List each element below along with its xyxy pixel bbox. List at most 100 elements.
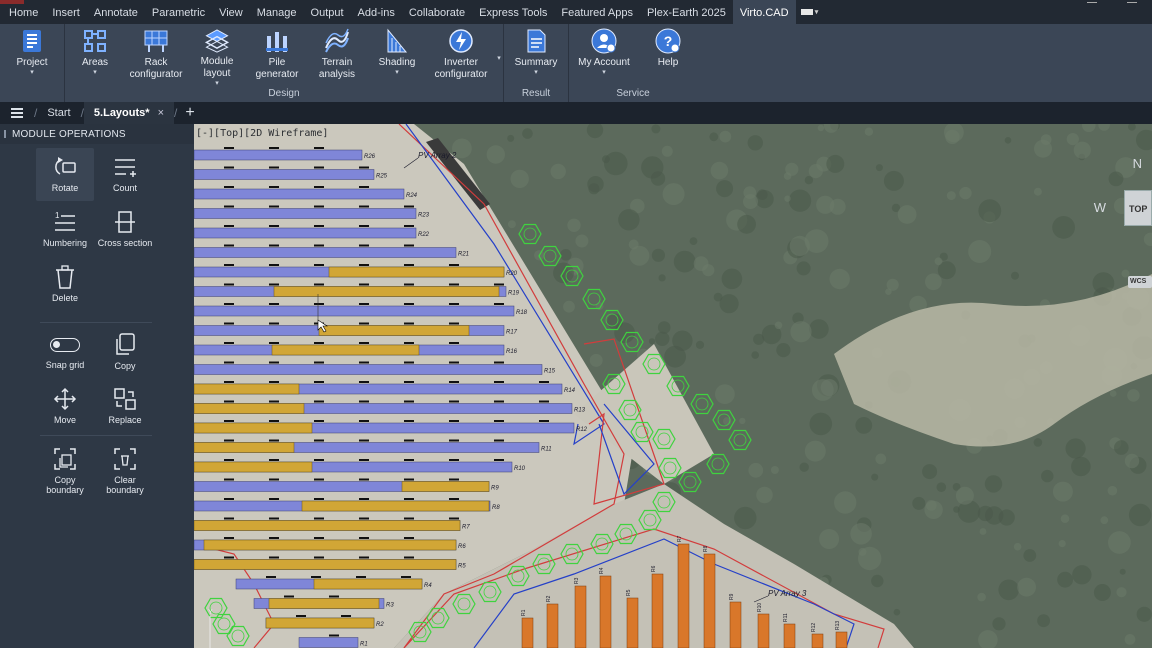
language-flag-icon[interactable]: ▾ xyxy=(796,0,824,24)
menu-item-insert[interactable]: Insert xyxy=(45,0,87,24)
inverter-marker xyxy=(341,615,351,617)
my-account-label: My Account xyxy=(578,57,630,68)
ribbon: Project ▾ Areas ▾ Rack configurator Modu… xyxy=(0,24,1152,102)
inverter-marker xyxy=(314,517,324,520)
inverter-marker xyxy=(449,439,459,442)
minimize-icon[interactable] xyxy=(1112,0,1152,12)
inverter-marker xyxy=(356,576,366,578)
tree-canopy xyxy=(1052,216,1075,239)
inverter-marker xyxy=(314,400,324,403)
rack-configurator-button[interactable]: Rack configurator xyxy=(125,24,187,88)
inverter-marker xyxy=(269,517,279,520)
inverter-marker xyxy=(404,420,414,422)
menu-item-view[interactable]: View xyxy=(212,0,250,24)
shading-button[interactable]: Shading ▾ xyxy=(367,24,427,88)
module-column xyxy=(729,601,742,648)
row-label: R9 xyxy=(491,486,499,492)
inverter-marker xyxy=(314,186,324,188)
count-button[interactable]: Count xyxy=(96,148,154,201)
copy-button[interactable]: Copy xyxy=(96,326,154,374)
tree-canopy xyxy=(563,300,575,313)
areas-button[interactable]: Areas ▾ xyxy=(65,24,125,88)
row-label: R14 xyxy=(564,388,576,394)
clear-boundary-icon xyxy=(114,448,136,470)
rotate-button[interactable]: Rotate xyxy=(36,148,94,201)
tab-start-label: Start xyxy=(47,107,71,119)
inverter-marker xyxy=(404,244,414,247)
tree-canopy xyxy=(575,234,589,248)
summary-button[interactable]: Summary ▾ xyxy=(504,24,568,88)
inverter-marker xyxy=(314,303,324,305)
tree-canopy xyxy=(1037,614,1050,628)
viewport-controls-label[interactable]: [-][Top][2D Wireframe] xyxy=(196,128,328,139)
toggle-switch-icon[interactable] xyxy=(50,338,80,352)
tree-canopy xyxy=(1011,271,1019,280)
menu-item-annotate[interactable]: Annotate xyxy=(87,0,145,24)
clear-boundary-button[interactable]: Clear boundary xyxy=(96,440,154,500)
module-operations-panel: MODULE OPERATIONS Rotate Count 1 Numberi… xyxy=(0,124,194,648)
site-plan-canvas[interactable]: R26 R25 R24 R23 R22 R21 R20 R19 R18 R17 R16 R15 R14 R… xyxy=(194,124,1152,648)
tree-canopy xyxy=(946,191,956,201)
inverter-marker xyxy=(269,420,279,422)
summary-icon xyxy=(527,29,546,53)
tab-start[interactable]: Start xyxy=(37,102,80,124)
menu-item-parametric[interactable]: Parametric xyxy=(145,0,212,24)
inverter-configurator-button[interactable]: Inverter configurator xyxy=(427,24,495,88)
tree-canopy xyxy=(968,240,992,263)
snap-grid-toggle[interactable]: Snap grid xyxy=(36,326,94,374)
move-button[interactable]: Move xyxy=(36,380,94,428)
terrain-analysis-button[interactable]: Terrain analysis xyxy=(307,24,367,88)
module-row-highlighted xyxy=(318,325,470,336)
menu-item-featured-apps[interactable]: Featured Apps xyxy=(554,0,640,24)
row-label: R16 xyxy=(506,349,518,355)
menu-item-output[interactable]: Output xyxy=(304,0,351,24)
tree-canopy xyxy=(808,164,823,179)
close-icon[interactable]: × xyxy=(158,107,164,119)
numbering-button[interactable]: 1 Numbering xyxy=(36,203,94,256)
viewcube-top-face[interactable]: TOP xyxy=(1124,190,1152,226)
menu-item-plex-earth-2025[interactable]: Plex-Earth 2025 xyxy=(640,0,733,24)
add-tab-button[interactable]: + xyxy=(177,102,202,124)
delete-button[interactable]: Delete xyxy=(36,258,94,311)
panel-title: MODULE OPERATIONS xyxy=(12,129,126,140)
menu-item-express-tools[interactable]: Express Tools xyxy=(472,0,554,24)
areas-icon xyxy=(84,30,106,52)
inverter-marker xyxy=(269,264,279,266)
pv-array-2-label: PV Array 2 xyxy=(418,151,457,160)
replace-button[interactable]: Replace xyxy=(96,380,154,428)
my-account-button[interactable]: My Account ▾ xyxy=(569,24,639,88)
inverter-marker xyxy=(269,439,279,442)
inverter-marker xyxy=(269,498,279,500)
tree-canopy xyxy=(739,417,746,425)
app-logo[interactable] xyxy=(0,0,24,4)
module-layout-button[interactable]: Module layout ▾ xyxy=(187,24,247,88)
tree-canopy xyxy=(1058,540,1066,548)
inverter-marker xyxy=(359,478,369,481)
tree-canopy xyxy=(1033,438,1043,447)
minimize-icon[interactable] xyxy=(1072,0,1112,12)
project-button[interactable]: Project ▾ xyxy=(0,24,64,88)
menu-item-manage[interactable]: Manage xyxy=(250,0,304,24)
column-label: R1 xyxy=(521,609,527,616)
inverter-marker xyxy=(494,381,504,383)
copy-boundary-button[interactable]: Copy boundary xyxy=(36,440,94,500)
grip-icon[interactable] xyxy=(4,130,6,138)
pile-generator-button[interactable]: Pile generator xyxy=(247,24,307,88)
menu-item-collaborate[interactable]: Collaborate xyxy=(402,0,472,24)
ribbon-group-service: My Account ▾ ? Help Service xyxy=(569,24,697,102)
menu-item-add-ins[interactable]: Add-ins xyxy=(351,0,402,24)
inverter-marker xyxy=(269,205,279,208)
inverter-marker xyxy=(449,400,459,403)
module-layout-label: Module layout xyxy=(200,56,234,79)
trash-icon xyxy=(56,265,74,289)
tree-canopy xyxy=(875,453,887,465)
cross-section-button[interactable]: Cross section xyxy=(96,203,154,256)
menu-item-virto-cad[interactable]: Virto.CAD xyxy=(732,0,796,24)
row-label: R20 xyxy=(506,271,518,277)
chevron-down-icon[interactable]: ▾ xyxy=(495,24,503,88)
wcs-menu[interactable]: WCS xyxy=(1128,276,1152,288)
drawing-viewport[interactable]: R26 R25 R24 R23 R22 R21 R20 R19 R18 R17 R16 R15 R14 R… xyxy=(194,124,1152,648)
hamburger-menu-icon[interactable] xyxy=(0,102,34,124)
help-button[interactable]: ? Help xyxy=(639,24,697,88)
tab-layouts[interactable]: 5.Layouts* × xyxy=(83,102,174,124)
